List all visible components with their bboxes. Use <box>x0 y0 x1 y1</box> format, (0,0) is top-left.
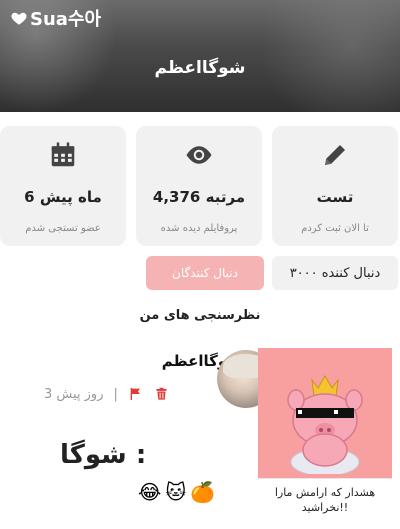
followers-button[interactable]: دنبال کنندگان <box>146 256 264 290</box>
stat-card-joined: 6 ماه پیش عضو تستجی شدم <box>0 126 126 246</box>
followers-count: ۳۰۰۰ دنبال کننده <box>272 256 398 290</box>
stats-row: 6 ماه پیش عضو تستجی شدم 4,376 مرتبه پروف… <box>0 126 400 246</box>
stat-card-tests: تست تا الان ثبت کردم <box>272 126 398 246</box>
stat-card-views: 4,376 مرتبه پروفایلم دیده شده <box>136 126 262 246</box>
cat-face-emoji: 🐱 <box>165 480 187 504</box>
header-bg-blur-right <box>240 0 400 112</box>
logo-text: Sua수아 <box>30 9 102 30</box>
eye-icon <box>136 140 262 172</box>
post-sticker-image: هشدار که ارامش مارا نخراشید!! <box>258 348 392 524</box>
post-emojis: 😂 🐱 🍊 <box>138 480 215 504</box>
stat-value: تست <box>316 188 354 206</box>
post-meta: 3 روز پیش | <box>44 386 169 402</box>
stat-label: پروفایلم دیده شده <box>160 223 238 234</box>
sticker-caption: هشدار که ارامش مارا نخراشید!! <box>258 478 392 524</box>
section-title: نظرسنجی های من <box>139 308 261 323</box>
calendar-icon <box>0 140 126 172</box>
post-text: شوگا : <box>60 440 147 470</box>
stat-value: 4,376 مرتبه <box>152 188 246 206</box>
trash-icon[interactable] <box>154 386 169 402</box>
orange-emoji: 🍊 <box>190 480 216 504</box>
laughing-face-emoji: 😂 <box>138 480 162 504</box>
profile-header: Sua수아 شوگااعظم <box>0 0 400 112</box>
pig-sticker-icon <box>287 375 363 474</box>
stat-label: عضو تستجی شدم <box>25 223 101 234</box>
heart-icon <box>11 12 27 25</box>
post-time: 3 روز پیش <box>44 386 104 402</box>
stat-value: 6 ماه پیش <box>24 188 102 206</box>
stat-label: تا الان ثبت کردم <box>301 223 369 234</box>
profile-title: شوگااعظم <box>154 58 246 78</box>
flag-icon[interactable] <box>128 386 144 402</box>
app-logo[interactable]: Sua수아 <box>10 6 101 30</box>
pencil-icon <box>272 140 398 172</box>
meta-divider: | <box>113 386 118 402</box>
